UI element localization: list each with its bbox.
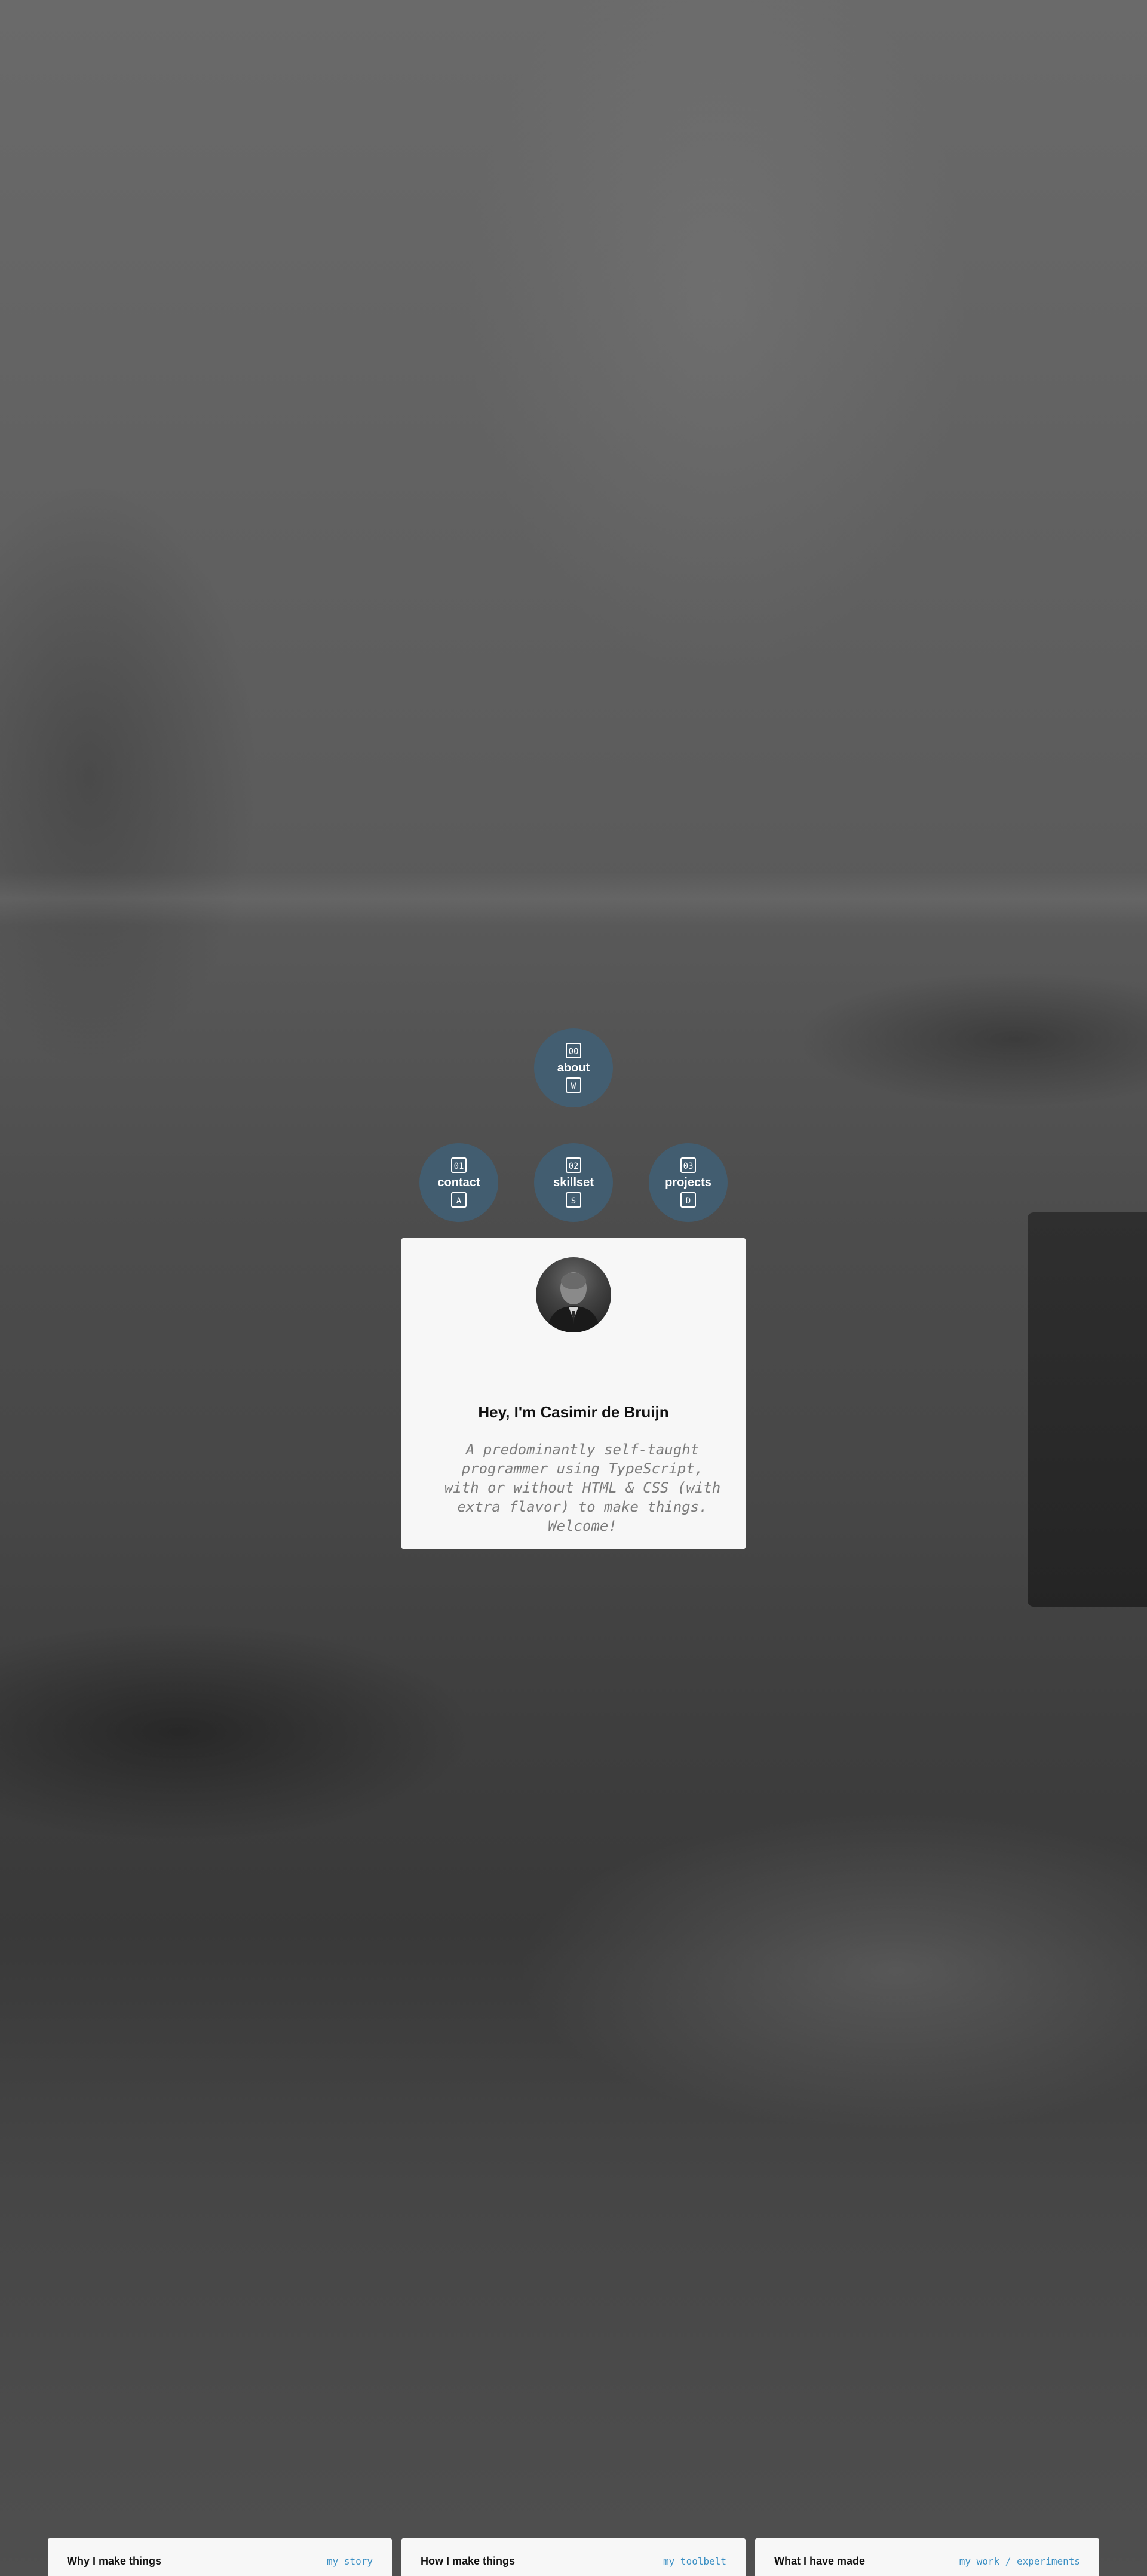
my-work-link[interactable]: my work / experiments xyxy=(959,2556,1080,2567)
what-card-title: What I have made xyxy=(774,2555,866,2567)
page-title: Hey, I'm Casimir de Bruijn xyxy=(478,1403,669,1421)
nav-skillset-label: skillset xyxy=(553,1176,594,1189)
avatar-portrait-icon xyxy=(547,1272,600,1332)
what-card: What I have made my work / experiments xyxy=(755,2538,1099,2576)
nav-contact-key: A xyxy=(451,1192,467,1208)
nav-about-key: W xyxy=(566,1077,581,1093)
background-blur-detail xyxy=(0,872,1147,926)
nav-skillset-number: 02 xyxy=(566,1157,581,1173)
why-card: Why I make things my story xyxy=(48,2538,392,2576)
my-toolbelt-link[interactable]: my toolbelt xyxy=(663,2556,726,2567)
nav-skillset-key: S xyxy=(566,1192,581,1208)
my-story-link[interactable]: my story xyxy=(327,2556,373,2567)
nav-skillset-button[interactable]: 02 skillset S xyxy=(534,1143,613,1222)
nav-about-label: about xyxy=(557,1061,590,1074)
nav-projects-number: 03 xyxy=(680,1157,696,1173)
nav-contact-label: contact xyxy=(437,1176,480,1189)
nav-about-button[interactable]: 00 about W xyxy=(534,1028,613,1107)
nav-contact-number: 01 xyxy=(451,1157,467,1173)
background-object xyxy=(1028,1212,1147,1607)
nav-projects-key: D xyxy=(680,1192,696,1208)
nav-projects-label: projects xyxy=(665,1176,711,1189)
how-card-title: How I make things xyxy=(421,2555,516,2567)
avatar xyxy=(536,1257,611,1332)
intro-card: Hey, I'm Casimir de Bruijn A predominant… xyxy=(401,1238,746,1549)
nav-about-number: 00 xyxy=(566,1043,581,1058)
nav-contact-button[interactable]: 01 contact A xyxy=(419,1143,498,1222)
intro-description: A predominantly self-taught programmer u… xyxy=(444,1441,721,1534)
how-card: How I make things my toolbelt xyxy=(401,2538,746,2576)
why-card-title: Why I make things xyxy=(67,2555,162,2567)
nav-projects-button[interactable]: 03 projects D xyxy=(649,1143,728,1222)
